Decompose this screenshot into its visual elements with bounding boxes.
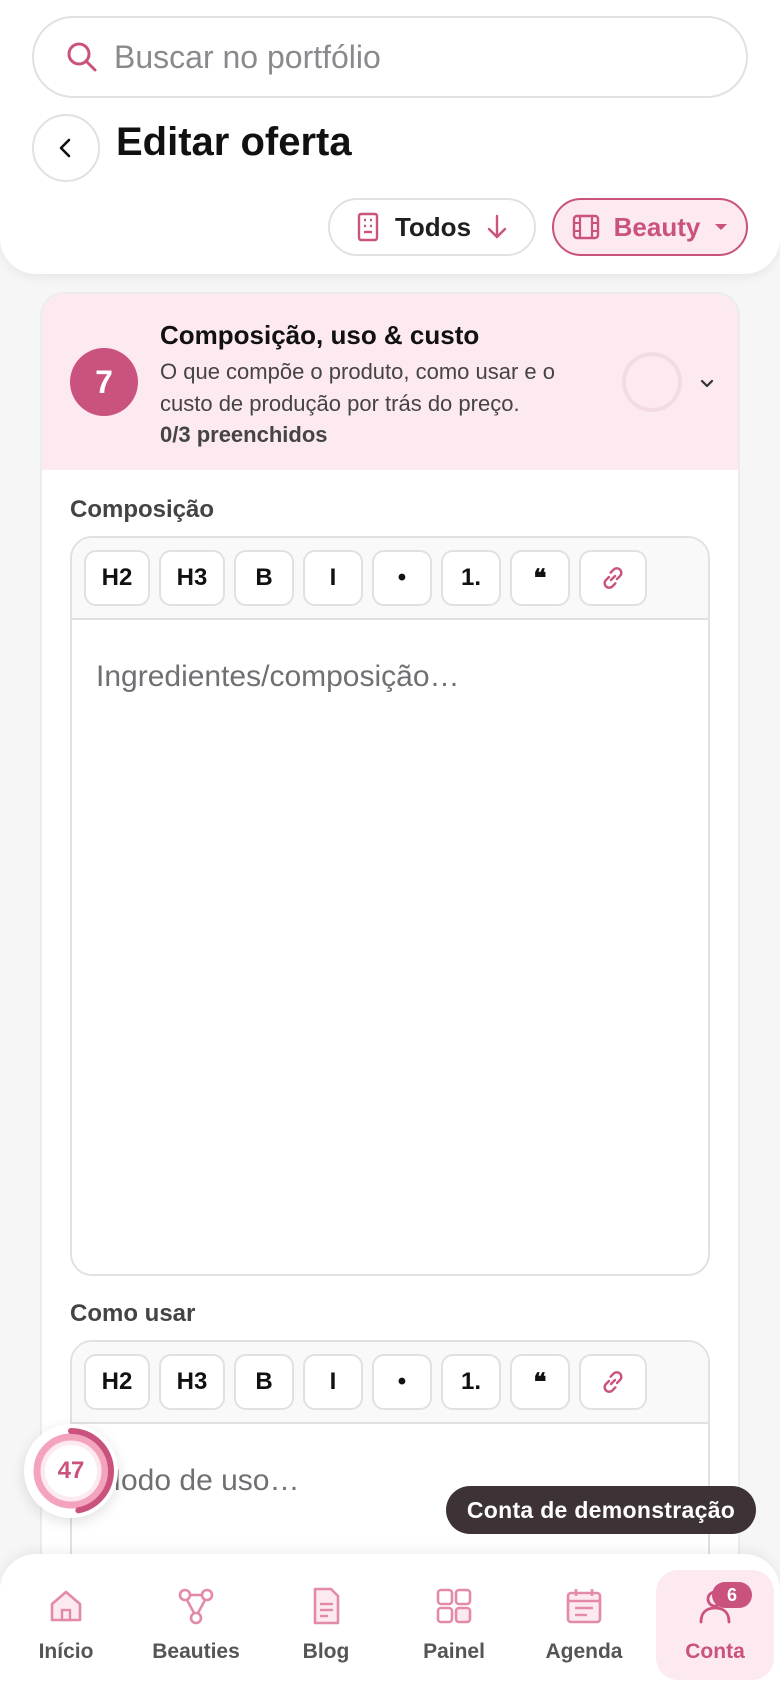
document-icon	[313, 1587, 340, 1625]
search-icon	[67, 42, 97, 72]
bullet-list-button[interactable]: •	[372, 550, 432, 606]
nav-item-agenda[interactable]: Agenda	[524, 1554, 644, 1688]
h3-button[interactable]: H3	[159, 1354, 225, 1410]
building-icon	[357, 212, 379, 242]
nav-label: Painel	[423, 1640, 485, 1663]
score-value: 47	[57, 1457, 85, 1484]
h3-button[interactable]: H3	[159, 550, 225, 606]
section-description: O que compõe o produto, como usar e o cu…	[160, 359, 556, 416]
nav-label: Blog	[302, 1640, 350, 1663]
numbered-list-button[interactable]: 1.	[441, 1354, 501, 1410]
score-button[interactable]: 47	[24, 1424, 118, 1518]
network-icon	[178, 1588, 214, 1625]
italic-button[interactable]: I	[303, 550, 363, 606]
calendar-icon	[566, 1589, 602, 1624]
filter-todos-button[interactable]: Todos	[328, 198, 536, 256]
arrow-down-icon	[487, 214, 507, 239]
nav-item-inicio[interactable]: Início	[6, 1554, 126, 1688]
notification-badge: 6	[712, 1582, 752, 1608]
film-icon	[572, 214, 599, 240]
link-button[interactable]	[579, 1354, 647, 1410]
quote-button[interactable]: ❝	[510, 550, 570, 606]
search-bar[interactable]	[32, 16, 748, 98]
section-card: 7 Composição, uso & custo O que compõe o…	[40, 292, 740, 1688]
link-icon	[603, 567, 623, 589]
chevron-left-icon	[59, 138, 71, 158]
composition-editor: H2 H3 B I • 1. ❝ Ingredientes/composição…	[70, 536, 710, 1276]
italic-button[interactable]: I	[303, 1354, 363, 1410]
section-header[interactable]: 7 Composição, uso & custo O que compõe o…	[42, 294, 738, 470]
nav-label: Agenda	[545, 1640, 623, 1663]
nav-item-painel[interactable]: Painel	[394, 1554, 514, 1688]
filter-beauty-dropdown[interactable]: Beauty	[552, 198, 748, 256]
demo-account-badge: Conta de demonstração	[446, 1486, 756, 1534]
numbered-list-button[interactable]: 1.	[441, 550, 501, 606]
nav-item-blog[interactable]: Blog	[266, 1554, 386, 1688]
bold-button[interactable]: B	[234, 550, 294, 606]
nav-label: Beauties	[152, 1640, 240, 1663]
grid-icon	[436, 1588, 472, 1624]
h2-button[interactable]: H2	[84, 1354, 150, 1410]
link-button[interactable]	[579, 550, 647, 606]
search-input[interactable]	[114, 38, 674, 76]
composition-toolbar: H2 H3 B I • 1. ❝	[72, 538, 708, 620]
chevron-down-icon[interactable]	[696, 372, 718, 394]
quote-button[interactable]: ❝	[510, 1354, 570, 1410]
filter-todos-label: Todos	[394, 211, 472, 242]
section-progress-text: 0/3 preenchidos	[160, 422, 328, 447]
link-icon	[603, 1371, 623, 1393]
back-button[interactable]	[32, 114, 100, 182]
caret-down-icon	[715, 224, 728, 230]
composition-input[interactable]: Ingredientes/composição…	[72, 620, 708, 734]
h2-button[interactable]: H2	[84, 550, 150, 606]
nav-item-conta[interactable]: Conta 6	[656, 1570, 774, 1680]
nav-item-beauties[interactable]: Beauties	[136, 1554, 256, 1688]
bullet-list-button[interactable]: •	[372, 1354, 432, 1410]
step-badge: 7	[70, 348, 138, 416]
top-bar: Editar oferta Todos Beauty	[0, 0, 780, 274]
bold-button[interactable]: B	[234, 1354, 294, 1410]
page-title: Editar oferta	[116, 120, 352, 164]
usage-toolbar: H2 H3 B I • 1. ❝	[72, 1342, 708, 1424]
section-title: Composição, uso & custo	[160, 320, 480, 350]
nav-label: Conta	[685, 1640, 745, 1663]
filter-beauty-label: Beauty	[613, 211, 701, 242]
home-icon	[50, 1590, 82, 1622]
bottom-nav: Início Beauties Blog Painel Agenda Conta…	[0, 1554, 780, 1688]
nav-label: Início	[38, 1640, 94, 1663]
usage-label: Como usar	[70, 1300, 196, 1327]
composition-label: Composição	[70, 496, 215, 523]
progress-ring	[622, 352, 682, 412]
